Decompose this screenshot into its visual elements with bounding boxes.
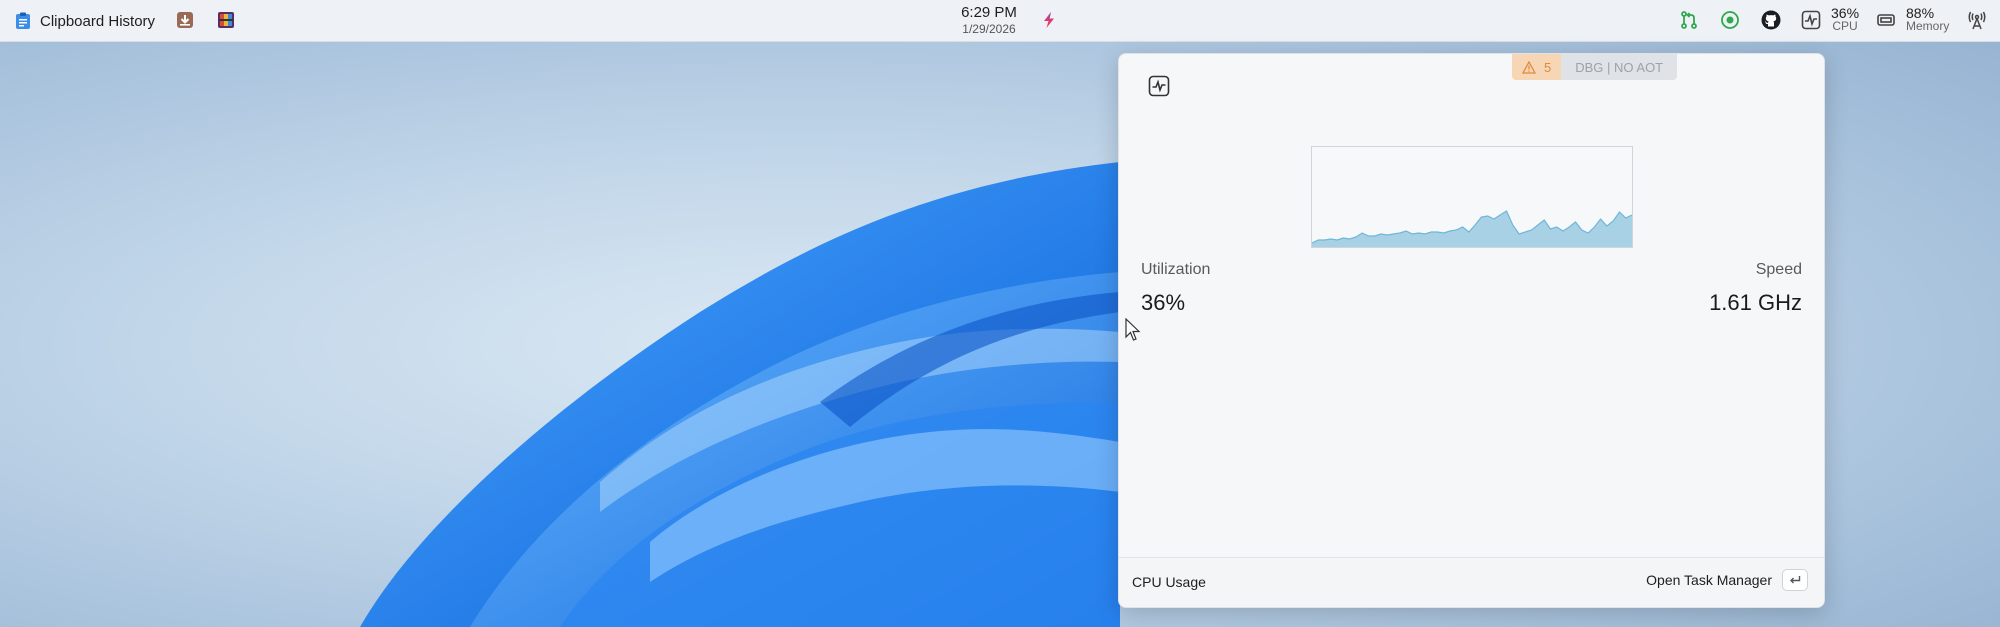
warning-icon [1522, 60, 1536, 74]
enter-key-icon [1782, 569, 1808, 591]
record-icon[interactable] [1719, 9, 1741, 31]
cpu-flyout-panel: 5 DBG | NO AOT Utilization 36% Speed 1.6… [1118, 53, 1825, 608]
mouse-cursor-icon [1125, 318, 1141, 341]
cpu-stat[interactable]: 36% CPU [1831, 6, 1859, 33]
memory-value: 88% [1906, 5, 1935, 21]
debug-mode-badge: DBG | NO AOT [1561, 54, 1678, 80]
footer-title: CPU Usage [1132, 574, 1206, 590]
memory-stat[interactable]: 88% Memory [1906, 6, 1949, 33]
speed-value: 1.61 GHz [1709, 290, 1802, 315]
activity-icon[interactable] [1800, 9, 1822, 31]
clock[interactable]: 6:29 PM 1/29/2026 [946, 4, 1032, 36]
clipboard-icon [12, 10, 34, 32]
cpu-usage-graph [1311, 210, 1633, 247]
utilization-label: Utilization [1141, 261, 1211, 278]
clock-date: 1/29/2026 [962, 22, 1016, 36]
warning-badge[interactable]: 5 [1512, 54, 1562, 80]
cpu-label: CPU [1832, 19, 1858, 33]
top-bar: Clipboard History 6:29 PM 1/29/2026 36% … [0, 0, 2000, 42]
debug-badges: 5 DBG | NO AOT [1512, 54, 1678, 80]
git-pull-request-icon[interactable] [1678, 9, 1700, 31]
cpu-value: 36% [1831, 5, 1860, 21]
activity-icon [1148, 75, 1170, 97]
memory-label: Memory [1906, 19, 1950, 33]
utilization-value: 36% [1141, 290, 1186, 315]
github-icon[interactable] [1760, 9, 1782, 31]
memory-icon[interactable] [1875, 9, 1897, 31]
open-task-manager-label: Open Task Manager [1646, 572, 1772, 588]
warning-count: 5 [1544, 59, 1552, 75]
app-title: Clipboard History [40, 12, 156, 30]
flash-icon[interactable] [1038, 9, 1060, 31]
speed-label: Speed [1755, 261, 1802, 278]
app-switcher[interactable]: Clipboard History [12, 10, 155, 32]
cpu-usage-chart [1311, 146, 1633, 248]
clock-time: 6:29 PM [961, 4, 1017, 21]
antenna-icon[interactable] [1966, 9, 1988, 31]
panel-footer: CPU Usage Open Task Manager [1119, 557, 1824, 607]
winrar-icon[interactable] [215, 9, 237, 31]
download-icon[interactable] [174, 9, 196, 31]
open-task-manager-button[interactable]: Open Task Manager [1646, 569, 1808, 591]
